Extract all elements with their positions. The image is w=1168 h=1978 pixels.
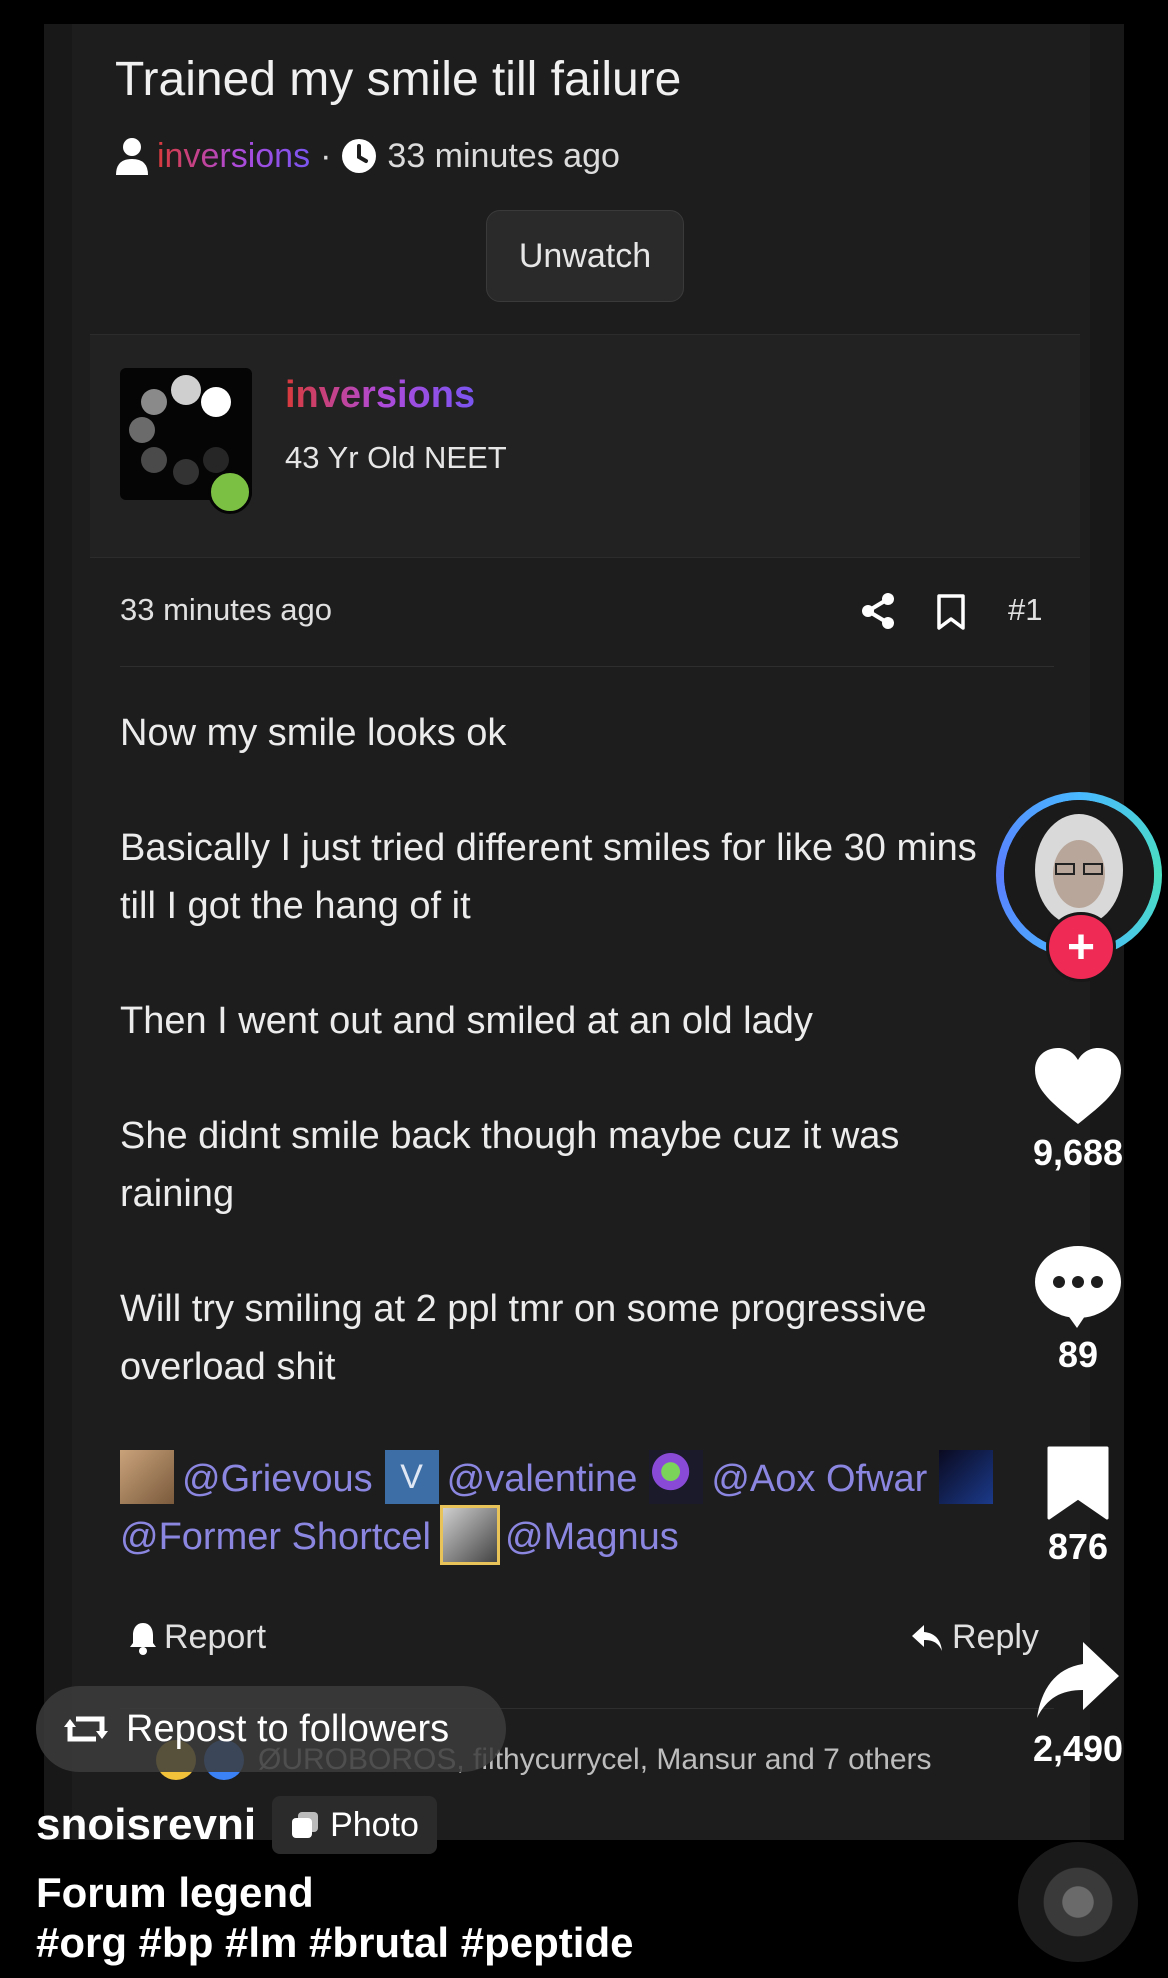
post-paragraph: Now my smile looks ok	[120, 712, 507, 754]
caption-title: Forum legend	[36, 1869, 314, 1916]
aox-banner-avatar	[939, 1449, 994, 1504]
share-icon[interactable]	[860, 592, 896, 630]
follow-plus-button[interactable]: +	[1046, 912, 1116, 982]
post-time: 33 minutes ago	[120, 592, 332, 627]
post-header-divider	[120, 666, 1054, 667]
caption-hashtags[interactable]: #org #bp #lm #brutal #peptide	[36, 1918, 633, 1968]
reply-arrow-icon	[910, 1623, 944, 1653]
repost-icon	[62, 1709, 110, 1749]
meta-separator: ·	[320, 136, 332, 175]
post-paragraph: Then I went out and smiled at an old lad…	[120, 1000, 813, 1042]
creator-row: snoisrevni Photo	[36, 1796, 437, 1854]
creator-username[interactable]: snoisrevni	[36, 1800, 256, 1850]
thread-meta: inversions · 33 minutes ago	[115, 132, 620, 180]
share-arrow-icon	[1035, 1640, 1121, 1722]
photo-badge: Photo	[272, 1796, 437, 1854]
post-body: Now my smile looks ok Basically I just t…	[120, 704, 1020, 1453]
magnus-avatar	[439, 1504, 500, 1565]
post-paragraph: Basically I just tried different smiles …	[120, 827, 977, 927]
bookmark-icon[interactable]	[936, 594, 966, 630]
share-count: 2,490	[1032, 1728, 1124, 1769]
mention-grievous[interactable]: @Grievous	[182, 1458, 373, 1500]
repost-button[interactable]: Repost to followers	[36, 1686, 506, 1772]
comment-action[interactable]: 89	[990, 1244, 1166, 1376]
report-button[interactable]: Report	[128, 1618, 266, 1657]
author-name[interactable]: inversions	[285, 374, 475, 417]
photo-icon	[290, 1810, 320, 1840]
author-tagline: 43 Yr Old NEET	[285, 440, 507, 475]
save-action[interactable]: 876	[990, 1446, 1166, 1568]
aox-avatar	[649, 1449, 704, 1504]
clock-icon	[341, 138, 377, 174]
post-number-link[interactable]: #1	[1008, 592, 1042, 628]
share-action[interactable]: 2,490	[990, 1640, 1166, 1770]
bell-icon	[128, 1621, 158, 1655]
heart-icon	[1033, 1046, 1123, 1126]
unwatch-button[interactable]: Unwatch	[486, 210, 684, 302]
comment-count: 89	[1057, 1334, 1099, 1375]
mention-magnus[interactable]: @Magnus	[505, 1516, 679, 1558]
caption: Forum legend #org #bp #lm #brutal #pepti…	[36, 1868, 633, 1968]
grievous-avatar	[120, 1449, 174, 1504]
like-action[interactable]: 9,688	[990, 1046, 1166, 1174]
thread-time: 33 minutes ago	[387, 136, 620, 175]
music-disc-avatar[interactable]	[1018, 1842, 1138, 1962]
post-paragraph: She didnt smile back though maybe cuz it…	[120, 1115, 900, 1215]
mention-former-shortcel[interactable]: @Former Shortcel	[120, 1516, 431, 1558]
report-label: Report	[164, 1618, 267, 1656]
valentine-avatar: V	[384, 1449, 439, 1504]
post-paragraph: Will try smiling at 2 ppl tmr on some pr…	[120, 1288, 927, 1388]
photo-label: Photo	[330, 1805, 419, 1844]
thread-title: Trained my smile till failure	[115, 53, 682, 106]
like-count: 9,688	[1032, 1132, 1124, 1173]
mention-aox-ofwar[interactable]: @Aox Ofwar	[711, 1458, 927, 1500]
user-icon	[115, 137, 149, 175]
thread-author-link[interactable]: inversions	[157, 137, 310, 176]
repost-label: Repost to followers	[126, 1707, 450, 1750]
save-count: 876	[1047, 1526, 1109, 1567]
bookmark-filled-icon	[1045, 1446, 1111, 1520]
online-status-dot	[208, 470, 252, 514]
mentions-block: @Grievous V @valentine @Aox Ofwar @Former Sh…	[120, 1449, 1020, 1566]
comment-bubble-icon	[1033, 1244, 1123, 1328]
mention-valentine[interactable]: @valentine	[447, 1458, 638, 1500]
